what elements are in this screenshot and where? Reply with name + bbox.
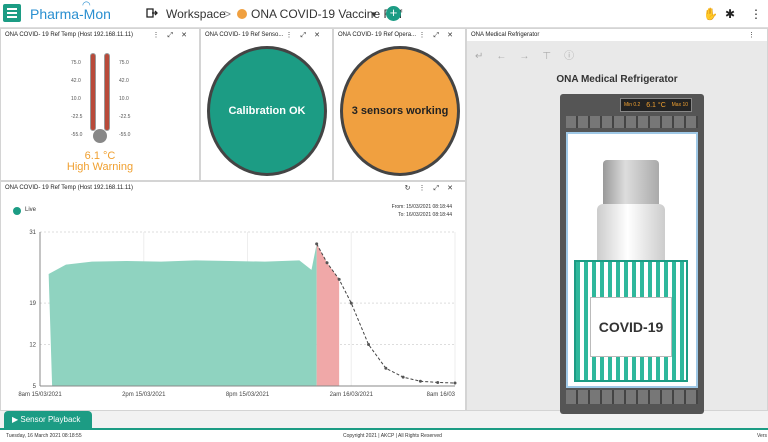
fridge-vent-top	[566, 116, 698, 128]
fridge-heading: ONA Medical Refrigerator	[556, 74, 678, 85]
panel-controls[interactable]: ⋮⤢✕	[153, 31, 195, 40]
data-point	[337, 277, 341, 281]
menu-icon[interactable]	[3, 4, 21, 22]
data-point	[384, 366, 388, 370]
thermometer-panel: ONA COVID- 19 Ref Temp (Host 192.168.11.…	[0, 28, 200, 181]
fridge-toolbar[interactable]: ↵←→⊤ⓘ	[475, 47, 587, 62]
breadcrumb-workspace[interactable]: Workspace	[166, 7, 226, 21]
top-bar: Pharma-Mon ◠ Workspace > ONA COVID-19 Va…	[0, 0, 768, 28]
user-icon[interactable]: ✋	[703, 7, 718, 21]
data-point	[401, 375, 405, 379]
sensors-status-circle: 3 sensors working	[340, 46, 460, 176]
x-tick-label: 2am 16/03/2021	[330, 392, 374, 398]
data-point	[349, 301, 353, 305]
temperature-status: High Warning	[66, 161, 134, 173]
y-tick-label: 19	[29, 301, 36, 307]
temperature-chart[interactable]: 31 19 12 5 8am 15/03/2021 2pm 15/03/2021 8pm 1…	[0, 222, 466, 402]
chevron-down-icon[interactable]: ▼	[370, 10, 378, 19]
data-point	[453, 381, 457, 385]
legend-swatch[interactable]	[13, 207, 21, 215]
status-date: Tuesday, 16 March 2021 08:18:55	[6, 433, 82, 439]
x-tick-label: 8am 15/03/2021	[18, 392, 62, 398]
operation-panel: ONA COVID- 19 Ref Opera... ⋮⤢✕ 3 sensors…	[333, 28, 466, 181]
workspace-icon[interactable]	[146, 7, 158, 19]
x-tick-label: 2pm 15/03/2021	[122, 392, 166, 398]
panel-controls[interactable]: ↻⋮⤢✕	[405, 184, 461, 193]
range-from: From: 15/03/2021 08:18:44	[391, 204, 452, 210]
calibration-status-circle: Calibration OK	[207, 46, 327, 176]
panel-controls[interactable]: ⋮⤢✕	[419, 31, 461, 40]
fridge-max: Max 10	[671, 102, 689, 108]
sensor-playback-button[interactable]: ▶ Sensor Playback	[4, 411, 92, 428]
vial-cap	[603, 160, 659, 204]
breadcrumb-current[interactable]: ONA COVID-19 Vaccine Ref	[251, 7, 402, 21]
panel-controls[interactable]: ⋮	[748, 31, 763, 39]
x-tick-label: 8pm 15/03/2021	[226, 392, 270, 398]
area-normal	[48, 243, 317, 386]
y-tick-label: 5	[33, 384, 37, 390]
thermo-scale-right: 75.0 42.0 10.0 -22.5 -55.0	[119, 60, 131, 138]
data-point	[315, 242, 319, 246]
thermometer-bulb	[93, 129, 107, 143]
x-tick-label: 8am 16/03	[427, 392, 456, 398]
status-version: Vers	[757, 433, 768, 439]
data-point	[367, 343, 371, 347]
data-point	[418, 379, 422, 383]
status-bar: Tuesday, 16 March 2021 08:18:55 Copyrigh…	[0, 428, 768, 442]
sensor-panel: ONA COVID- 19 Ref Senso... ⋮⤢✕ Calibrati…	[200, 28, 333, 181]
y-tick-label: 31	[29, 230, 36, 236]
thermometer-tube-left	[90, 53, 96, 131]
sensors-status-text: 3 sensors working	[351, 105, 449, 117]
fridge-display: Min 0.2 6.1 °C Max 10	[620, 98, 692, 112]
calibration-status-text: Calibration OK	[228, 105, 306, 117]
fridge-min: Min 0.2	[623, 102, 641, 108]
add-button[interactable]: +	[386, 6, 401, 21]
more-icon[interactable]: ⋮	[750, 7, 762, 21]
legend-label[interactable]: Live	[25, 207, 36, 213]
app-logo: Pharma-Mon	[30, 6, 111, 22]
panel-title: ONA COVID- 19 Ref Temp (Host 192.168.11.…	[5, 185, 134, 191]
vial-label: COVID-19	[590, 297, 672, 357]
range-to: To: 16/03/2021 08:18:44	[398, 212, 452, 218]
breadcrumb-separator: >	[224, 7, 232, 21]
area-warning	[316, 243, 340, 386]
sensor-playback-label: Sensor Playback	[20, 415, 81, 424]
wifi-icon: ◠	[82, 0, 91, 11]
panel-controls[interactable]: ⋮⤢✕	[286, 31, 328, 40]
vial-body	[597, 204, 665, 262]
panel-title: ONA Medical Refrigerator	[467, 29, 767, 41]
data-point	[436, 380, 440, 384]
thermometer-tube-right	[104, 53, 110, 131]
status-copyright: Copyright 2021 | AKCP | All Rights Reser…	[343, 433, 442, 439]
fridge-vent-bottom	[566, 390, 698, 404]
status-dot	[237, 9, 247, 19]
y-tick-label: 12	[29, 343, 36, 349]
settings-icon[interactable]: ✱	[725, 7, 735, 21]
fridge-temp: 6.1 °C	[646, 101, 666, 109]
thermo-scale-left: 75.0 42.0 10.0 -22.5 -55.0	[71, 60, 83, 138]
data-point	[325, 261, 329, 265]
